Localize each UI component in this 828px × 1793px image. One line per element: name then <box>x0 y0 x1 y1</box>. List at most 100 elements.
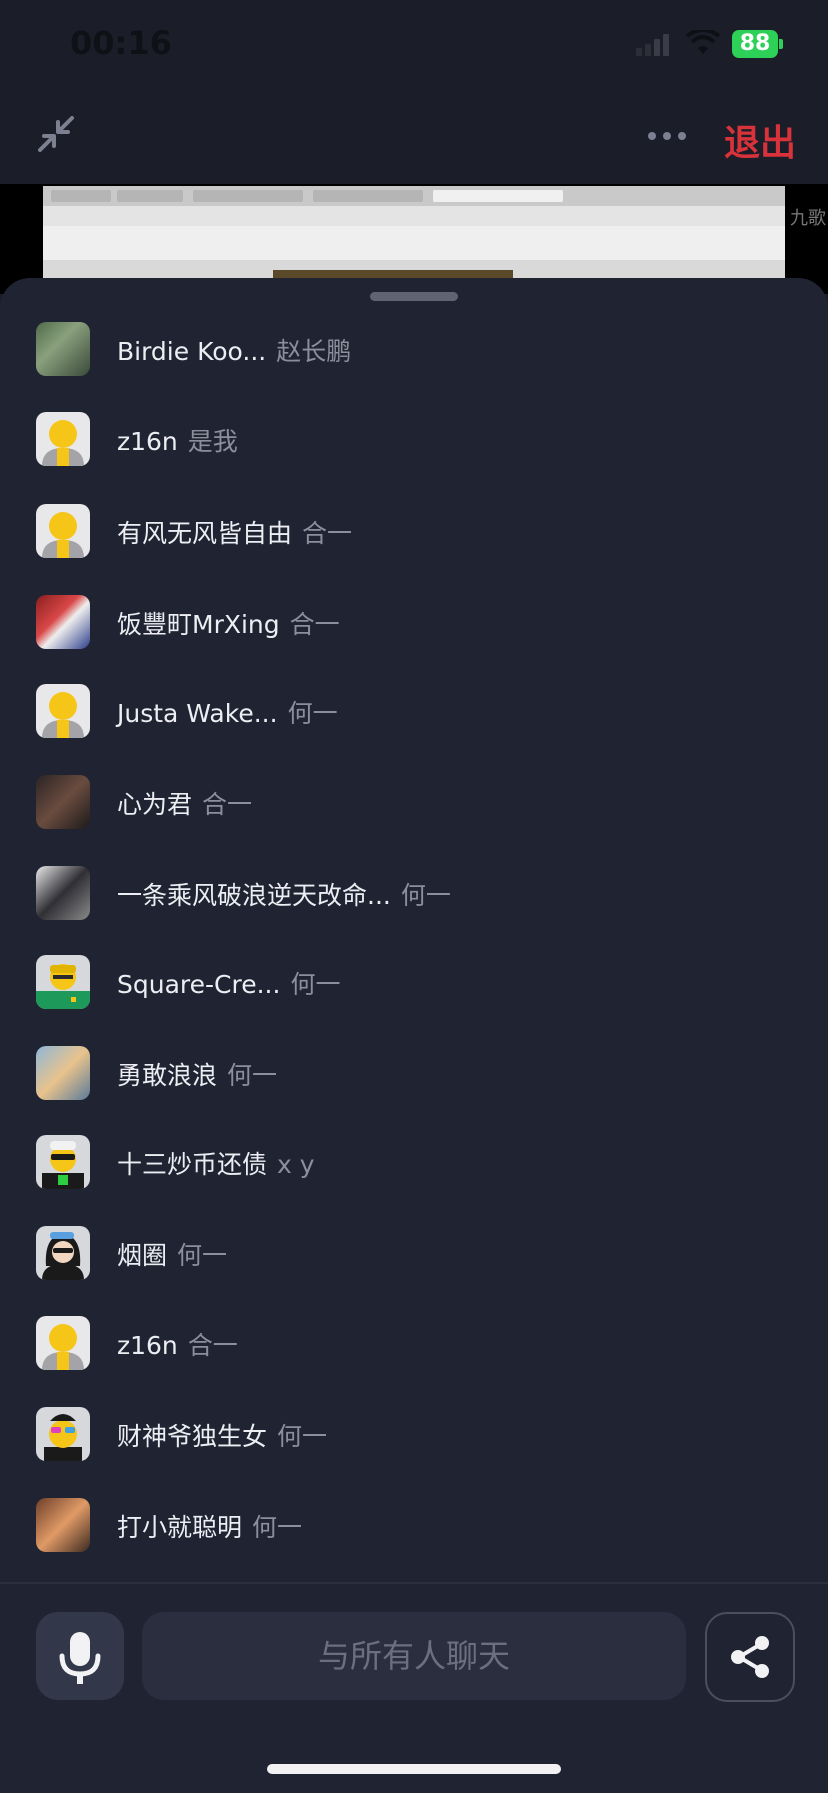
member-name: 十三炒币还债 <box>117 1150 268 1179</box>
member-text: 饭豐町MrXing 合一 <box>117 605 340 641</box>
member-text: 心为君 合一 <box>117 785 252 821</box>
member-name: Justa Wake... <box>117 699 278 728</box>
member-role: 何一 <box>252 1513 303 1542</box>
member-name: 财神爷独生女 <box>117 1422 268 1451</box>
member-row[interactable]: 心为君 合一 <box>0 757 828 847</box>
avatar <box>36 684 90 738</box>
shared-ribbon <box>43 206 785 226</box>
member-role: 是我 <box>187 427 238 456</box>
member-text: Justa Wake... 何一 <box>117 694 338 730</box>
member-text: 烟圈 何一 <box>117 1236 227 1272</box>
member-name: 烟圈 <box>117 1241 168 1270</box>
home-indicator <box>267 1764 561 1774</box>
cellular-signal-icon <box>636 34 669 56</box>
member-row[interactable]: 打小就聪明 何一 <box>0 1480 828 1570</box>
member-text: 财神爷独生女 何一 <box>117 1417 327 1453</box>
member-role: 何一 <box>277 1422 328 1451</box>
member-row[interactable]: Justa Wake... 何一 <box>0 666 828 756</box>
shared-toolbar <box>43 226 785 260</box>
member-row[interactable]: 烟圈 何一 <box>0 1208 828 1298</box>
avatar <box>36 1046 90 1100</box>
member-role: x y <box>277 1150 315 1179</box>
chat-input[interactable] <box>142 1612 686 1700</box>
member-role: 合一 <box>187 1331 238 1360</box>
member-row[interactable]: 一条乘风破浪逆天改命... 何一 <box>0 848 828 938</box>
member-name: 打小就聪明 <box>117 1513 243 1542</box>
more-dots-icon <box>678 132 686 140</box>
member-text: 十三炒币还债 x y <box>117 1145 315 1181</box>
member-name: z16n <box>117 1331 178 1360</box>
microphone-icon <box>59 1632 101 1684</box>
screen-side-text: 九歌 <box>790 208 826 229</box>
member-role: 合一 <box>202 790 253 819</box>
exit-button[interactable]: 退出 <box>724 114 796 166</box>
battery-tip <box>779 39 783 49</box>
shared-tab <box>193 190 303 202</box>
shared-tab <box>117 190 183 202</box>
member-name: z16n <box>117 427 178 456</box>
member-row[interactable]: z16n 是我 <box>0 394 828 484</box>
member-text: 有风无风皆自由 合一 <box>117 514 352 550</box>
member-text: Square-Cre... 何一 <box>117 965 340 1001</box>
share-button[interactable] <box>705 1612 795 1702</box>
more-options-button[interactable] <box>648 132 686 144</box>
shared-tab <box>313 190 423 202</box>
more-dots-icon <box>663 132 671 140</box>
member-role: 何一 <box>400 881 451 910</box>
member-text: 一条乘风破浪逆天改命... 何一 <box>117 876 451 912</box>
member-name: 勇敢浪浪 <box>117 1061 218 1090</box>
member-row[interactable]: 有风无风皆自由 合一 <box>0 486 828 576</box>
shared-window-tabs <box>43 186 785 206</box>
avatar <box>36 322 90 376</box>
member-row[interactable]: 十三炒币还债 x y <box>0 1117 828 1207</box>
member-text: 打小就聪明 何一 <box>117 1508 302 1544</box>
collapse-arrows-icon[interactable] <box>36 114 76 154</box>
avatar <box>36 1226 90 1280</box>
member-text: Birdie Koo... 赵长鹏 <box>117 332 351 368</box>
battery-indicator: 88 <box>732 30 778 58</box>
member-role: 合一 <box>289 610 340 639</box>
avatar <box>36 412 90 466</box>
member-role: 赵长鹏 <box>276 337 352 366</box>
member-text: z16n 合一 <box>117 1326 238 1362</box>
avatar <box>36 1498 90 1552</box>
share-icon <box>731 1636 769 1678</box>
shared-tab <box>51 190 111 202</box>
avatar <box>36 1135 90 1189</box>
status-time: 00:16 <box>70 24 172 62</box>
member-role: 何一 <box>287 699 338 728</box>
member-name: 一条乘风破浪逆天改命... <box>117 881 391 910</box>
member-role: 何一 <box>227 1061 278 1090</box>
member-row[interactable]: 财神爷独生女 何一 <box>0 1389 828 1479</box>
participants-sheet: Birdie Koo... 赵长鹏 z16n 是我 有风无风皆自由 合一 饭豐町MrX… <box>0 278 828 1793</box>
more-dots-icon <box>648 132 656 140</box>
member-row[interactable]: z16n 合一 <box>0 1298 828 1388</box>
member-name: 有风无风皆自由 <box>117 519 293 548</box>
member-name: 饭豐町MrXing <box>117 610 280 639</box>
member-role: 何一 <box>290 970 341 999</box>
member-role: 合一 <box>302 519 353 548</box>
member-row[interactable]: 饭豐町MrXing 合一 <box>0 577 828 667</box>
avatar <box>36 595 90 649</box>
member-text: 勇敢浪浪 何一 <box>117 1056 277 1092</box>
avatar <box>36 775 90 829</box>
microphone-button[interactable] <box>36 1612 124 1700</box>
avatar <box>36 866 90 920</box>
member-text: z16n 是我 <box>117 422 238 458</box>
top-bar: 退出 <box>0 92 828 184</box>
bottom-divider <box>0 1582 828 1584</box>
member-name: 心为君 <box>117 790 193 819</box>
member-name: Birdie Koo... <box>117 337 267 366</box>
sheet-grabber[interactable] <box>370 292 458 301</box>
member-role: 何一 <box>177 1241 228 1270</box>
status-bar: 00:16 88 <box>0 0 828 92</box>
avatar <box>36 1407 90 1461</box>
avatar <box>36 504 90 558</box>
member-row[interactable]: 勇敢浪浪 何一 <box>0 1028 828 1118</box>
member-row[interactable]: Birdie Koo... 赵长鹏 <box>0 304 828 394</box>
avatar <box>36 1316 90 1370</box>
member-row[interactable]: Square-Cre... 何一 <box>0 937 828 1027</box>
wifi-icon <box>686 30 720 54</box>
member-name: Square-Cre... <box>117 970 281 999</box>
shared-tab <box>433 190 563 202</box>
